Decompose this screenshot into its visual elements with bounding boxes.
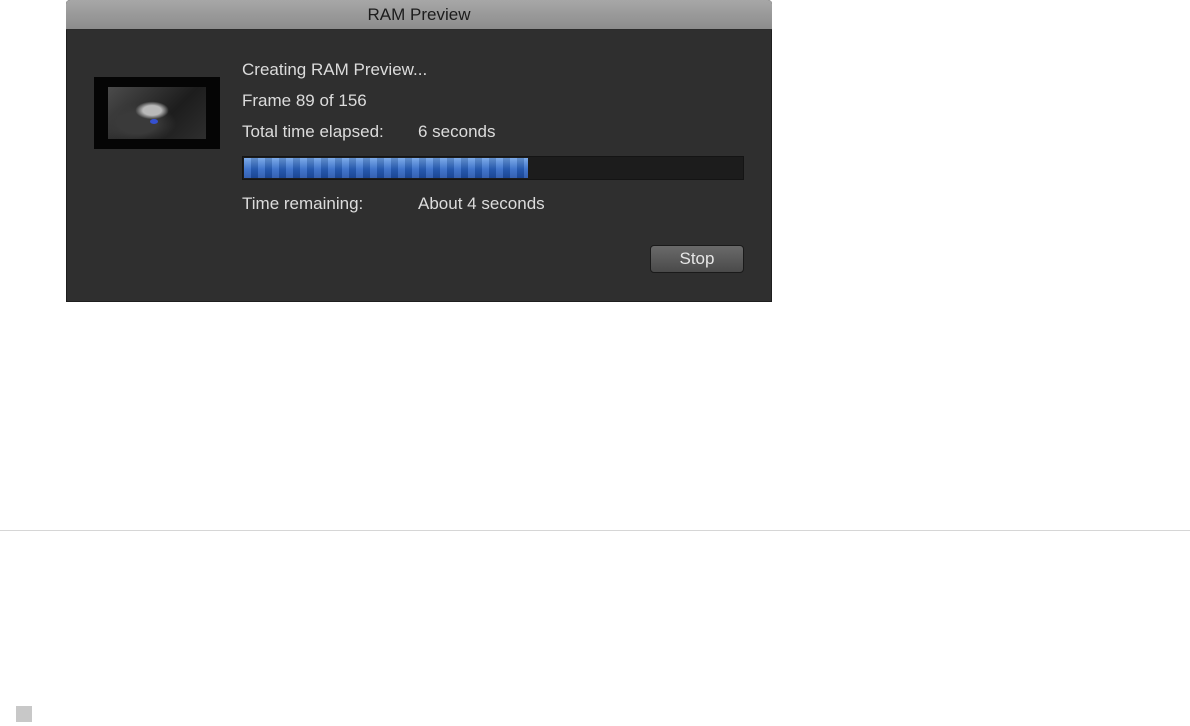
elapsed-label: Total time elapsed: bbox=[242, 122, 384, 141]
remaining-label: Time remaining: bbox=[242, 194, 364, 213]
thumbnail-image bbox=[108, 87, 206, 139]
progress-bar bbox=[242, 156, 744, 180]
elapsed-value: 6 seconds bbox=[418, 122, 496, 141]
preview-thumbnail bbox=[94, 77, 220, 149]
remaining-value: About 4 seconds bbox=[418, 194, 545, 213]
divider bbox=[0, 530, 1190, 531]
dialog-title: RAM Preview bbox=[66, 0, 772, 30]
ram-preview-dialog: RAM Preview Creating RAM Preview... Fram… bbox=[66, 0, 772, 302]
thumbnail-marker bbox=[150, 119, 158, 124]
progress-bar-fill bbox=[244, 158, 528, 178]
status-text: Creating RAM Preview... bbox=[242, 60, 428, 79]
stop-button[interactable]: Stop bbox=[650, 245, 744, 273]
frame-counter: Frame 89 of 156 bbox=[242, 91, 367, 110]
square-icon bbox=[16, 706, 32, 722]
